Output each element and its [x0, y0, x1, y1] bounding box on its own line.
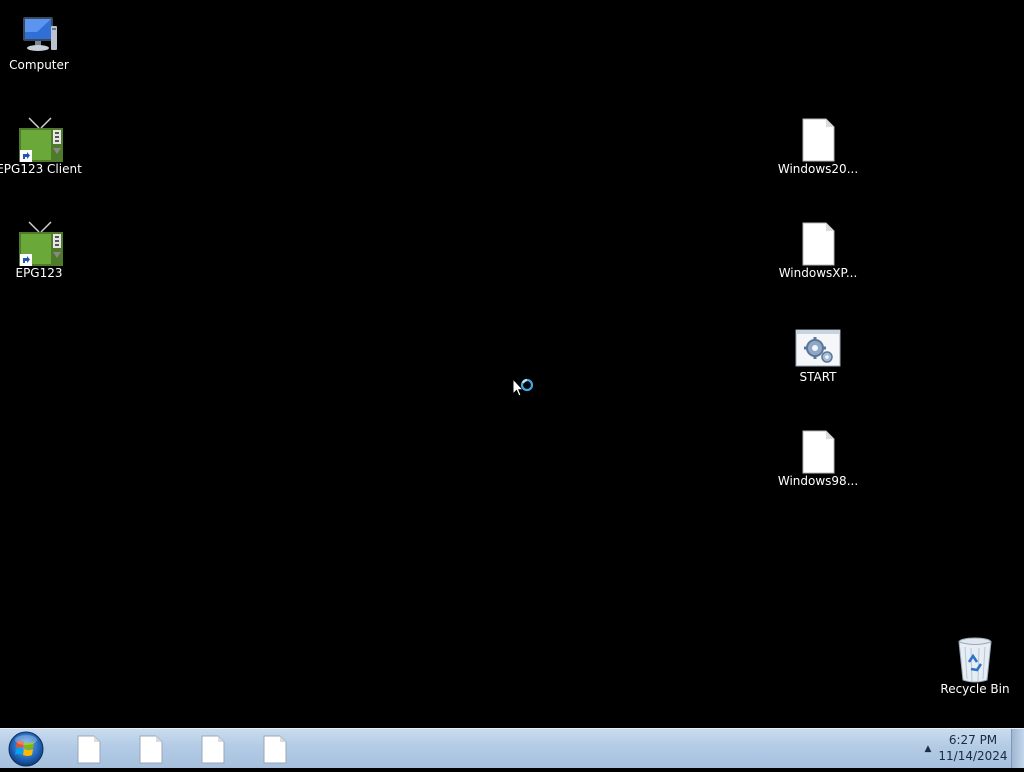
- busy-arrow-cursor: [512, 378, 534, 397]
- blank-file-icon: [77, 735, 101, 764]
- desktop-icon-computer[interactable]: Computer: [0, 8, 78, 80]
- blank-file-icon: [802, 222, 835, 266]
- desktop-icon-windowsxp-file[interactable]: WindowsXP...: [779, 216, 857, 288]
- desktop-icon-label: WindowsXP...: [778, 266, 858, 280]
- clock[interactable]: 6:27 PM 11/14/2024: [938, 732, 1008, 766]
- desktop-icon-label: Windows98...: [777, 474, 859, 488]
- desktop-icon-windows20-file[interactable]: Windows20...: [778, 112, 858, 184]
- blank-file-icon: [802, 430, 835, 474]
- taskbar-button-file[interactable]: [198, 733, 228, 765]
- blank-file-icon: [139, 735, 163, 764]
- desktop-icon-epg123-client[interactable]: EPG123 Client: [0, 112, 82, 184]
- start-button[interactable]: [6, 730, 46, 768]
- recycle-bin-icon: [958, 637, 992, 683]
- desktop-icon-label: START: [799, 370, 837, 384]
- windows-orb-icon: [8, 731, 44, 767]
- clock-date: 11/14/2024: [938, 749, 1008, 763]
- taskbar-button-file[interactable]: [136, 733, 166, 765]
- desktop-icon-start-batch[interactable]: START: [779, 320, 857, 392]
- desktop-icon-label: EPG123 Client: [0, 162, 82, 176]
- desktop-icon-label: Recycle Bin: [940, 682, 1010, 696]
- desktop-icon-windows98-file[interactable]: Windows98...: [778, 424, 858, 496]
- desktop-icon-recycle-bin[interactable]: Recycle Bin: [936, 632, 1014, 704]
- desktop[interactable]: Computer EPG123 Client EPG123 Windows20.…: [0, 0, 1024, 728]
- desktop-icon-label: EPG123: [15, 266, 63, 280]
- blank-file-icon: [201, 735, 225, 764]
- batch-file-icon: [795, 329, 841, 367]
- desktop-icon-label: Computer: [9, 58, 69, 72]
- computer-icon: [23, 17, 57, 51]
- show-hidden-icons-button[interactable]: ▲: [921, 742, 935, 756]
- show-desktop-button[interactable]: [1011, 729, 1024, 768]
- desktop-icon-label: Windows20...: [777, 162, 859, 176]
- taskbar-button-file[interactable]: [74, 733, 104, 765]
- taskbar-button-file[interactable]: [260, 733, 290, 765]
- taskbar: ▲ 6:27 PM 11/14/2024: [0, 728, 1024, 768]
- tv-shortcut-icon: [19, 221, 63, 266]
- blank-file-icon: [802, 118, 835, 162]
- blank-file-icon: [263, 735, 287, 764]
- clock-time: 6:27 PM: [948, 733, 998, 747]
- tv-shortcut-icon: [19, 117, 63, 162]
- desktop-icon-epg123[interactable]: EPG123: [0, 216, 78, 288]
